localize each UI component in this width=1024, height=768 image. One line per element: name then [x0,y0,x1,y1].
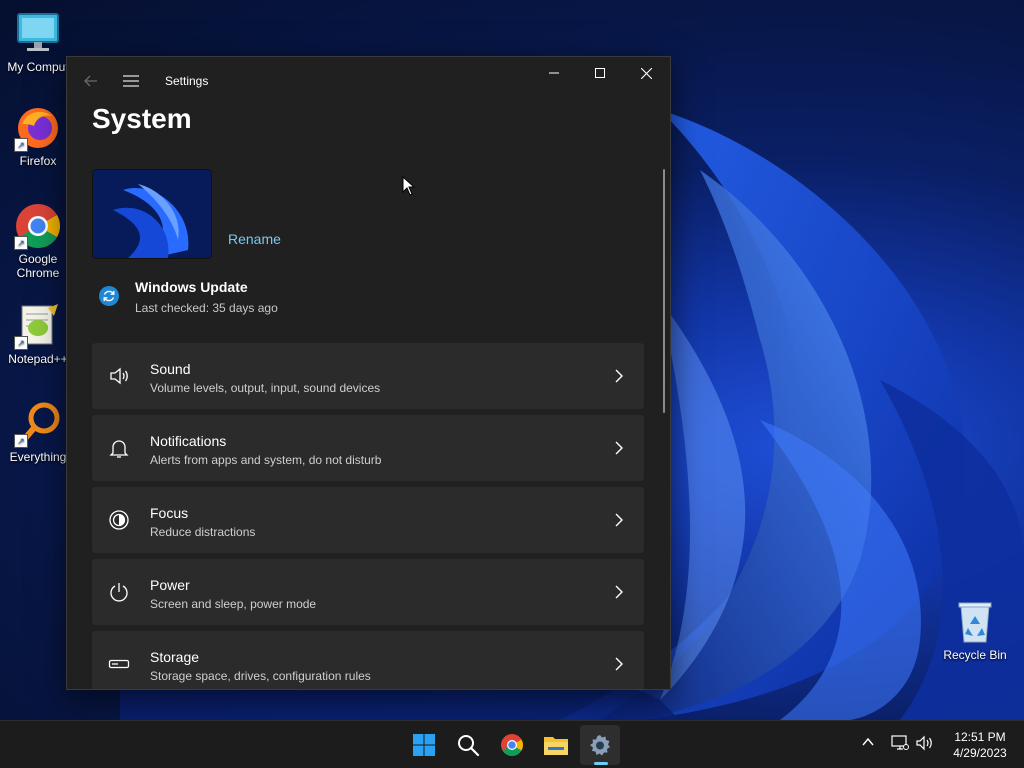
desktop-icon-google-chrome[interactable]: ↗ Google Chrome [0,202,76,280]
windows-update-title[interactable]: Windows Update [135,279,248,295]
card-title: Focus [150,505,189,521]
settings-card-storage[interactable]: Storage Storage space, drives, configura… [92,631,644,689]
card-subtitle: Reduce distractions [150,525,256,539]
taskbar-search-button[interactable] [448,725,488,765]
mouse-cursor-icon [402,176,416,196]
taskbar-settings-button[interactable] [580,725,620,765]
shortcut-arrow-icon: ↗ [14,434,28,448]
taskbar: 12:51 PM 4/29/2023 [0,720,1024,768]
speaker-icon [110,367,128,385]
desktop-icon-label: Notepad++ [8,352,68,366]
close-button[interactable] [623,57,669,89]
back-arrow-icon [84,75,97,87]
desktop-icon-firefox[interactable]: ↗ Firefox [0,104,76,168]
settings-card-focus[interactable]: Focus Reduce distractions [92,487,644,553]
card-title: Power [150,577,190,593]
start-icon [413,734,435,756]
monitor-icon [14,10,62,58]
chrome-icon: ↗ [14,202,62,250]
title-bar[interactable]: Settings [67,57,670,105]
taskbar-chrome-button[interactable] [492,725,532,765]
settings-card-sound[interactable]: Sound Volume levels, output, input, soun… [92,343,644,409]
shortcut-arrow-icon: ↗ [14,236,28,250]
chevron-right-icon [615,369,623,383]
notepad-plus-plus-icon: ↗ [14,302,62,350]
minimize-button[interactable] [531,57,577,89]
card-title: Sound [150,361,191,377]
firefox-icon: ↗ [14,104,62,152]
windows-update-icon [99,286,119,306]
device-wallpaper-thumbnail [92,169,212,259]
maximize-icon [595,68,605,78]
taskbar-clock[interactable]: 12:51 PM 4/29/2023 [940,729,1020,761]
settings-card-notifications[interactable]: Notifications Alerts from apps and syste… [92,415,644,481]
rename-pc-link[interactable]: Rename [228,231,281,247]
desktop-icon-recycle-bin[interactable]: Recycle Bin [937,598,1013,662]
network-icon[interactable] [891,735,909,751]
desktop-icon-everything[interactable]: ↗ Everything [0,400,76,464]
navigation-menu-button[interactable] [113,67,149,95]
storage-drive-icon [108,659,130,669]
recycle-bin-icon [951,598,999,646]
search-icon [458,735,480,757]
page-title: System [92,103,192,134]
windows-update-status: Last checked: 35 days ago [135,301,278,315]
chevron-up-icon[interactable] [861,735,875,749]
card-subtitle: Screen and sleep, power mode [150,597,317,611]
desktop-icon-notepad-plus-plus[interactable]: ↗ Notepad++ [0,302,76,366]
chrome-icon [501,734,523,756]
chevron-right-icon [615,513,623,527]
clock-time: 12:51 PM [954,730,1006,744]
scrollbar[interactable] [663,169,665,413]
minimize-icon [549,72,559,74]
desktop-icon-label: Everything [9,450,67,464]
desktop-icon-my-computer[interactable]: My Comput [0,10,76,74]
active-app-indicator [594,762,608,765]
close-icon [640,67,652,79]
everything-search-icon: ↗ [14,400,62,448]
focus-icon [109,510,129,530]
card-subtitle: Volume levels, output, input, sound devi… [150,381,381,395]
chevron-right-icon [615,441,623,455]
card-title: Notifications [150,433,227,449]
settings-window: Settings System Rename Windows Update La… [66,56,671,690]
window-title: Settings [165,74,209,88]
start-button[interactable] [404,725,444,765]
taskbar-file-explorer-button[interactable] [536,725,576,765]
power-icon [110,583,128,602]
settings-gear-icon [590,735,610,756]
clock-date: 4/29/2023 [953,746,1007,760]
shortcut-arrow-icon: ↗ [14,138,28,152]
chevron-right-icon [615,657,623,671]
desktop-icon-label: Google Chrome [16,252,60,280]
hamburger-menu-icon [123,75,139,87]
card-title: Storage [150,649,200,665]
card-subtitle: Storage space, drives, configuration rul… [150,669,371,683]
back-button[interactable] [73,67,109,95]
bell-icon [109,440,129,458]
maximize-button[interactable] [577,57,623,89]
desktop-icon-label: Recycle Bin [943,648,1007,662]
file-explorer-icon [544,737,568,755]
desktop-icon-label: Firefox [19,154,57,168]
shortcut-arrow-icon: ↗ [14,336,28,350]
settings-card-power[interactable]: Power Screen and sleep, power mode [92,559,644,625]
chevron-right-icon [615,585,623,599]
card-subtitle: Alerts from apps and system, do not dist… [150,453,382,467]
desktop-icon-label: My Comput [7,60,69,74]
volume-icon[interactable] [916,735,934,751]
